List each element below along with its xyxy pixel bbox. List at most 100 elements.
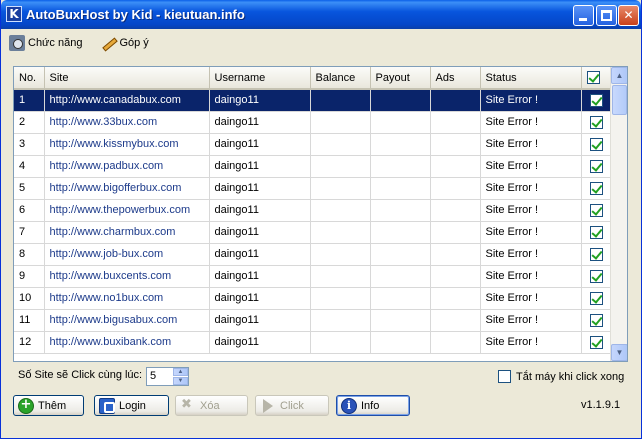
col-ads[interactable]: Ads <box>430 67 481 90</box>
cell-ads <box>430 199 481 222</box>
menu-chuc-nang[interactable]: Chức năng <box>5 33 86 53</box>
table-row[interactable]: 9 http://www.buxcents.com daingo11 Site Err… <box>14 265 613 288</box>
maximize-button[interactable] <box>596 5 617 26</box>
cell-site: http://www.buxibank.com <box>44 331 210 354</box>
table-row[interactable]: 7 http://www.charmbux.com daingo11 Site Err… <box>14 221 613 244</box>
cell-status: Site Error ! <box>480 89 582 112</box>
row-checkbox[interactable] <box>590 137 603 151</box>
cell-site: http://www.bigofferbux.com <box>44 177 210 200</box>
row-checkbox[interactable] <box>590 93 603 107</box>
cursor-icon <box>260 398 276 414</box>
table-row[interactable]: 1 http://www.canadabux.com daingo11 Site Er… <box>14 89 613 112</box>
delete-button[interactable]: Xóa <box>175 395 248 416</box>
col-payout[interactable]: Payout <box>370 67 431 90</box>
cell-payout <box>370 331 431 354</box>
table-row[interactable]: 4 http://www.padbux.com daingo11 Site Error… <box>14 155 613 178</box>
click-button[interactable]: Click <box>255 395 329 416</box>
cell-payout <box>370 89 431 112</box>
row-checkbox[interactable] <box>590 115 603 129</box>
cell-username: daingo11 <box>209 199 311 222</box>
cell-site: http://www.job-bux.com <box>44 243 210 266</box>
shutdown-option[interactable]: Tắt máy khi click xong <box>498 370 624 383</box>
col-check-all[interactable] <box>581 67 613 90</box>
info-button-label: Info <box>361 399 380 412</box>
cell-no: 5 <box>14 177 45 200</box>
cell-status: Site Error ! <box>480 177 582 200</box>
title-bar[interactable]: K AutoBuxHost by Kid - kieutuan.info ✕ <box>1 0 641 29</box>
login-button[interactable]: Login <box>94 395 169 416</box>
cell-no: 3 <box>14 133 45 156</box>
cell-balance <box>310 111 371 134</box>
maximize-icon <box>601 10 612 21</box>
table-row[interactable]: 3 http://www.kissmybux.com daingo11 Site Er… <box>14 133 613 156</box>
cell-status: Site Error ! <box>480 243 582 266</box>
site-count-stepper[interactable]: 5 ▲ ▼ <box>146 367 189 386</box>
check-all-checkbox[interactable] <box>586 71 600 84</box>
col-username[interactable]: Username <box>209 67 311 90</box>
menu-gop-y-label: Góp ý <box>119 37 149 49</box>
row-checkbox[interactable] <box>590 247 603 261</box>
cell-balance <box>310 309 371 332</box>
add-button[interactable]: Thêm <box>13 395 84 416</box>
col-balance[interactable]: Balance <box>310 67 371 90</box>
col-no[interactable]: No. <box>14 67 45 90</box>
scroll-up-icon[interactable]: ▲ <box>611 67 627 84</box>
stepper-buttons: ▲ ▼ <box>173 368 188 385</box>
table-row[interactable]: 5 http://www.bigofferbux.com daingo11 Site … <box>14 177 613 200</box>
cell-no: 9 <box>14 265 45 288</box>
table-row[interactable]: 11 http://www.bigusabux.com daingo11 Site E… <box>14 309 613 332</box>
cell-ads <box>430 331 481 354</box>
app-logo-icon: K <box>6 6 22 22</box>
login-icon <box>99 397 115 414</box>
table-row[interactable]: 8 http://www.job-bux.com daingo11 Site Erro… <box>14 243 613 266</box>
cell-ads <box>430 155 481 178</box>
pen-icon <box>100 35 116 51</box>
cell-payout <box>370 155 431 178</box>
row-checkbox[interactable] <box>590 181 603 195</box>
close-icon: ✕ <box>623 8 634 22</box>
row-checkbox[interactable] <box>590 269 603 283</box>
app-window: K AutoBuxHost by Kid - kieutuan.info ✕ C… <box>0 0 642 439</box>
row-checkbox[interactable] <box>590 335 603 349</box>
close-button[interactable]: ✕ <box>618 5 639 26</box>
cell-balance <box>310 265 371 288</box>
cell-site: http://www.kissmybux.com <box>44 133 210 156</box>
cell-balance <box>310 155 371 178</box>
col-status[interactable]: Status <box>480 67 582 90</box>
vertical-scrollbar[interactable]: ▲ ▼ <box>610 67 627 361</box>
cell-ads <box>430 111 481 134</box>
scroll-thumb[interactable] <box>612 85 627 115</box>
cell-checkbox <box>581 265 613 288</box>
cell-payout <box>370 265 431 288</box>
cell-checkbox <box>581 155 613 178</box>
col-site[interactable]: Site <box>44 67 210 90</box>
cell-username: daingo11 <box>209 221 311 244</box>
table-row[interactable]: 2 http://www.33bux.com daingo11 Site Error … <box>14 111 613 134</box>
scroll-down-icon[interactable]: ▼ <box>611 344 627 361</box>
table-row[interactable]: 12 http://www.buxibank.com daingo11 Site Er… <box>14 331 613 354</box>
row-checkbox[interactable] <box>590 159 603 173</box>
cell-status: Site Error ! <box>480 199 582 222</box>
row-checkbox[interactable] <box>590 225 603 239</box>
gear-icon <box>9 35 25 51</box>
stepper-down-icon[interactable]: ▼ <box>173 377 188 385</box>
cell-no: 4 <box>14 155 45 178</box>
stepper-up-icon[interactable]: ▲ <box>173 368 188 376</box>
row-checkbox[interactable] <box>590 291 603 305</box>
site-count-value[interactable]: 5 <box>150 370 156 382</box>
cell-no: 11 <box>14 309 45 332</box>
cell-site: http://www.33bux.com <box>44 111 210 134</box>
shutdown-checkbox[interactable] <box>498 370 511 383</box>
cell-no: 6 <box>14 199 45 222</box>
row-checkbox[interactable] <box>590 313 603 327</box>
info-icon <box>341 397 357 414</box>
menu-gop-y[interactable]: Góp ý <box>96 33 152 53</box>
cell-balance <box>310 199 371 222</box>
table-row[interactable]: 6 http://www.thepowerbux.com daingo11 Site … <box>14 199 613 222</box>
cell-no: 1 <box>14 89 45 112</box>
cell-username: daingo11 <box>209 89 311 112</box>
table-row[interactable]: 10 http://www.no1bux.com daingo11 Site Erro… <box>14 287 613 310</box>
info-button[interactable]: Info <box>336 395 410 416</box>
minimize-button[interactable] <box>573 5 594 26</box>
row-checkbox[interactable] <box>590 203 603 217</box>
